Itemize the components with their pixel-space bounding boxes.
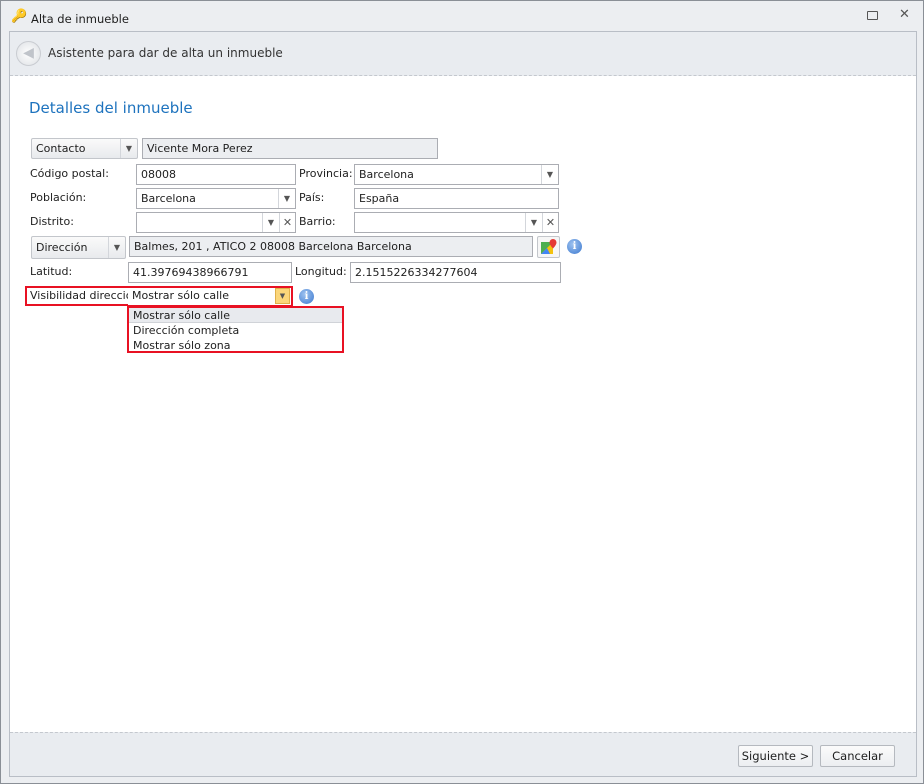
latitud-field[interactable]: 41.39769438966791: [128, 262, 292, 283]
wizard-footer: Siguiente > Cancelar: [10, 732, 916, 776]
dropdown-option[interactable]: Mostrar sólo calle: [129, 308, 342, 323]
chevron-down-icon[interactable]: ▼: [262, 213, 279, 232]
visibilidad-value: Mostrar sólo calle: [132, 289, 229, 302]
restore-button[interactable]: [867, 11, 878, 20]
longitud-field[interactable]: 2.1515226334277604: [350, 262, 561, 283]
back-button[interactable]: ◀: [16, 41, 41, 66]
codigo-postal-field[interactable]: 08008: [136, 164, 296, 185]
next-button[interactable]: Siguiente >: [738, 745, 813, 767]
wizard-header: ◀ Asistente para dar de alta un inmueble: [10, 32, 916, 76]
barrio-label: Barrio:: [299, 215, 336, 228]
wizard-title: Asistente para dar de alta un inmueble: [48, 46, 283, 60]
window: 🔑 Alta de inmueble ✕ ◀ Asistente para da…: [0, 0, 924, 784]
chevron-down-icon: ▼: [108, 237, 125, 258]
key-icon: 🔑: [11, 9, 28, 24]
provincia-select[interactable]: Barcelona ▼: [354, 164, 559, 185]
distrito-label: Distrito:: [30, 215, 74, 228]
dropdown-option[interactable]: Mostrar sólo zona: [129, 338, 342, 353]
info-icon[interactable]: i: [567, 239, 582, 254]
map-icon: [541, 239, 557, 254]
pais-label: País:: [299, 191, 325, 204]
chevron-down-icon[interactable]: ▼: [541, 165, 558, 184]
clear-icon[interactable]: ✕: [279, 213, 295, 232]
chevron-down-icon[interactable]: ▼: [525, 213, 542, 232]
clear-icon[interactable]: ✕: [542, 213, 558, 232]
cancel-button[interactable]: Cancelar: [820, 745, 895, 767]
longitud-label: Longitud:: [295, 265, 347, 278]
map-button[interactable]: [537, 236, 560, 258]
visibilidad-select[interactable]: Mostrar sólo calle ▼: [128, 288, 291, 305]
contacto-field[interactable]: Vicente Mora Perez: [142, 138, 438, 159]
poblacion-select[interactable]: Barcelona ▼: [136, 188, 296, 209]
chevron-down-icon[interactable]: ▼: [275, 288, 290, 304]
dropdown-option[interactable]: Dirección completa: [129, 323, 342, 338]
chevron-down-icon[interactable]: ▼: [278, 189, 295, 208]
distrito-select[interactable]: ▼ ✕: [136, 212, 296, 233]
section-title: Detalles del inmueble: [29, 99, 193, 117]
barrio-select[interactable]: ▼ ✕: [354, 212, 559, 233]
poblacion-label: Población:: [30, 191, 87, 204]
chevron-down-icon: ▼: [120, 139, 137, 158]
close-button[interactable]: ✕: [899, 7, 910, 22]
direccion-type-label: Dirección: [36, 241, 88, 254]
info-icon[interactable]: i: [299, 289, 314, 304]
visibilidad-dropdown: Mostrar sólo calle Dirección completa Mo…: [127, 306, 344, 353]
provincia-value: Barcelona: [359, 168, 414, 181]
visibilidad-label: Visibilidad dirección:: [30, 289, 144, 302]
codigo-postal-label: Código postal:: [30, 167, 109, 180]
provincia-label: Provincia:: [299, 167, 353, 180]
pais-field[interactable]: España: [354, 188, 559, 209]
direccion-field[interactable]: Balmes, 201 , ATICO 2 08008 Barcelona Ba…: [129, 236, 533, 257]
latitud-label: Latitud:: [30, 265, 73, 278]
wizard-panel: ◀ Asistente para dar de alta un inmueble…: [9, 31, 917, 777]
direccion-type-select[interactable]: Dirección ▼: [31, 236, 126, 259]
contacto-type-select[interactable]: Contacto ▼: [31, 138, 138, 159]
window-title: Alta de inmueble: [31, 12, 129, 26]
contacto-type-label: Contacto: [36, 142, 86, 155]
poblacion-value: Barcelona: [141, 192, 196, 205]
